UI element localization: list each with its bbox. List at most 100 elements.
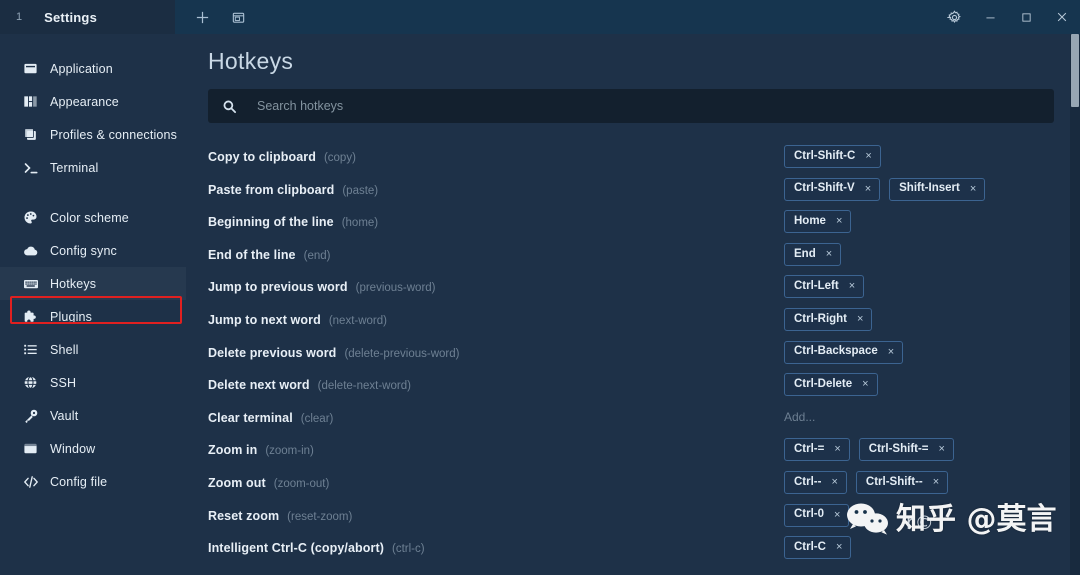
remove-hotkey-icon[interactable]: × — [862, 379, 868, 390]
hotkey-id: (clear) — [300, 412, 334, 425]
sidebar-item-label: Plugins — [50, 309, 93, 324]
hotkey-name: Delete next word — [208, 378, 310, 393]
sidebar-item-appearance[interactable]: Appearance — [0, 85, 186, 118]
hotkey-chip-label: Ctrl-Left — [794, 280, 839, 293]
remove-hotkey-icon[interactable]: × — [834, 444, 840, 455]
maximize-button[interactable] — [1008, 0, 1044, 34]
remove-hotkey-icon[interactable]: × — [826, 248, 832, 260]
tab-title: Settings — [44, 9, 98, 25]
hotkey-chip[interactable]: Ctrl-Backspace × — [784, 340, 904, 364]
remove-hotkey-icon[interactable]: × — [836, 542, 842, 553]
hotkey-row: Delete previous word (delete-previous-wor… — [186, 340, 1080, 373]
sidebar-item-plugins[interactable]: Plugins — [0, 300, 186, 333]
sidebar-item-shell[interactable]: Shell — [0, 333, 186, 366]
settings-gear-icon[interactable] — [936, 0, 972, 34]
hotkey-chip[interactable]: Ctrl-Shift-C × — [784, 145, 881, 168]
hotkey-id: (copy) — [323, 152, 356, 164]
sidebar-item-window[interactable]: Window — [0, 432, 186, 465]
new-window-icon[interactable] — [227, 6, 249, 28]
remove-hotkey-icon[interactable]: × — [939, 444, 945, 455]
hotkey-chip[interactable]: Ctrl-Left × — [784, 275, 865, 299]
hotkey-chip[interactable]: Ctrl-C × — [784, 536, 852, 560]
remove-hotkey-icon[interactable]: × — [857, 313, 863, 325]
hotkey-chip[interactable]: Home × — [784, 210, 852, 234]
hotkey-row-label: Copy to clipboard (copy) — [208, 150, 356, 164]
sidebar-item-ssh[interactable]: SSH — [0, 366, 186, 399]
hotkey-list: Copy to clipboard (copy) Ctrl-Shift-C × Past… — [186, 144, 1080, 575]
hotkey-id: (reset-zoom) — [287, 510, 353, 523]
hotkey-chip[interactable]: Ctrl-= × — [784, 438, 850, 462]
hotkey-chip[interactable]: End × — [784, 242, 842, 266]
hotkey-row-label: Delete next word (delete-next-word) — [208, 378, 411, 392]
hotkey-chip-label: Ctrl-- — [794, 475, 822, 488]
hotkey-row: Copy to clipboard (copy) Ctrl-Shift-C × — [186, 144, 1080, 177]
hotkey-chip-group: Ctrl-Left × — [784, 275, 865, 299]
sidebar-item-config-sync[interactable]: Config sync — [0, 234, 186, 267]
remove-hotkey-icon[interactable]: × — [836, 216, 842, 227]
sidebar-item-color-scheme[interactable]: Color scheme — [0, 201, 186, 234]
remove-hotkey-icon[interactable]: × — [933, 476, 939, 488]
search-bar[interactable] — [208, 89, 1054, 123]
hotkey-row-label: Clear terminal (clear) — [208, 411, 333, 425]
hotkey-row-label: Jump to next word (next-word) — [208, 313, 387, 327]
hotkey-chip[interactable]: Ctrl-Shift-V × — [784, 177, 881, 201]
hotkey-chip-label: Ctrl-0 — [794, 508, 825, 521]
hotkey-chip[interactable]: Ctrl-- × — [784, 470, 847, 494]
terminal-icon — [22, 159, 39, 176]
minimize-button[interactable] — [972, 0, 1008, 34]
remove-hotkey-icon[interactable]: × — [865, 183, 871, 195]
remove-hotkey-icon[interactable]: × — [834, 509, 840, 521]
window-controls — [936, 0, 1080, 34]
settings-window: 1 Settings Application Appearance Profil… — [0, 0, 1080, 575]
hotkey-chip[interactable]: Ctrl-Shift-- × — [855, 470, 949, 494]
hotkey-name: Beginning of the line — [208, 215, 334, 230]
hotkey-row: Paste from clipboard (paste) Ctrl-Shift-V ×… — [186, 177, 1080, 210]
tab-bar-actions — [175, 0, 265, 34]
scrollbar-thumb[interactable] — [1071, 34, 1079, 107]
hotkey-row: Reset zoom (reset-zoom) Ctrl-0 × — [186, 503, 1080, 536]
add-hotkey-placeholder[interactable]: Add... — [784, 406, 815, 424]
hotkey-chip-label: Ctrl-Right — [794, 312, 848, 325]
hotkey-row: Jump to previous word (previous-word) Ctrl… — [186, 274, 1080, 307]
appearance-icon — [22, 93, 39, 110]
remove-hotkey-icon[interactable]: × — [888, 346, 894, 358]
sidebar-item-vault[interactable]: Vault — [0, 399, 186, 432]
hotkey-chip[interactable]: Ctrl-Delete × — [784, 373, 878, 397]
hotkey-chip-label: Ctrl-Shift-= — [868, 443, 929, 456]
scrollbar-track[interactable] — [1070, 34, 1080, 575]
main-content: Hotkeys Copy to clipboard (copy) Ctrl-Shif… — [186, 34, 1080, 575]
hotkey-chip[interactable]: Ctrl-0 × — [784, 503, 850, 527]
hotkey-chip-label: Ctrl-Shift-C — [794, 149, 856, 162]
hotkey-chip[interactable]: Ctrl-Shift-= × — [858, 438, 954, 462]
hotkey-chip-label: Shift-Insert — [899, 182, 960, 195]
hotkey-chip-label: Ctrl-Delete — [794, 377, 853, 390]
close-button[interactable] — [1044, 0, 1080, 34]
hotkey-chip-label: Ctrl-Shift-V — [794, 182, 855, 195]
hotkey-chip-group: Ctrl-0 × — [784, 503, 850, 527]
new-tab-icon[interactable] — [191, 6, 213, 28]
hotkey-chip-label: Ctrl-C — [794, 540, 826, 553]
tab-settings[interactable]: 1 Settings — [0, 0, 175, 34]
hotkey-chip[interactable]: Shift-Insert × — [889, 177, 986, 201]
sidebar-item-profiles-connections[interactable]: Profiles & connections — [0, 118, 186, 151]
keyboard-icon — [22, 275, 39, 292]
sidebar-item-label: Config sync — [50, 243, 117, 258]
sidebar-item-label: SSH — [50, 375, 77, 390]
hotkey-name: Zoom in — [208, 443, 258, 458]
hotkey-name: End of the line — [208, 247, 296, 262]
remove-hotkey-icon[interactable]: × — [849, 281, 855, 292]
sidebar-item-application[interactable]: Application — [0, 52, 186, 85]
hotkey-chip-label: Home — [794, 214, 826, 227]
remove-hotkey-icon[interactable]: × — [831, 476, 837, 488]
search-input[interactable] — [257, 99, 1054, 113]
sidebar-item-terminal[interactable]: Terminal — [0, 151, 186, 184]
remove-hotkey-icon[interactable]: × — [865, 151, 871, 162]
remove-hotkey-icon[interactable]: × — [970, 183, 976, 195]
sidebar-item-label: Window — [50, 441, 96, 456]
hotkey-chip[interactable]: Ctrl-Right × — [784, 307, 873, 331]
hotkey-chip-group: Ctrl-- × Ctrl-Shift-- × — [784, 470, 949, 494]
sidebar-item-hotkeys[interactable]: Hotkeys — [0, 267, 186, 300]
sidebar-item-config-file[interactable]: Config file — [0, 465, 186, 498]
hotkey-chip-group: Ctrl-Delete × — [784, 373, 878, 397]
sidebar-item-label: Color scheme — [50, 210, 129, 225]
